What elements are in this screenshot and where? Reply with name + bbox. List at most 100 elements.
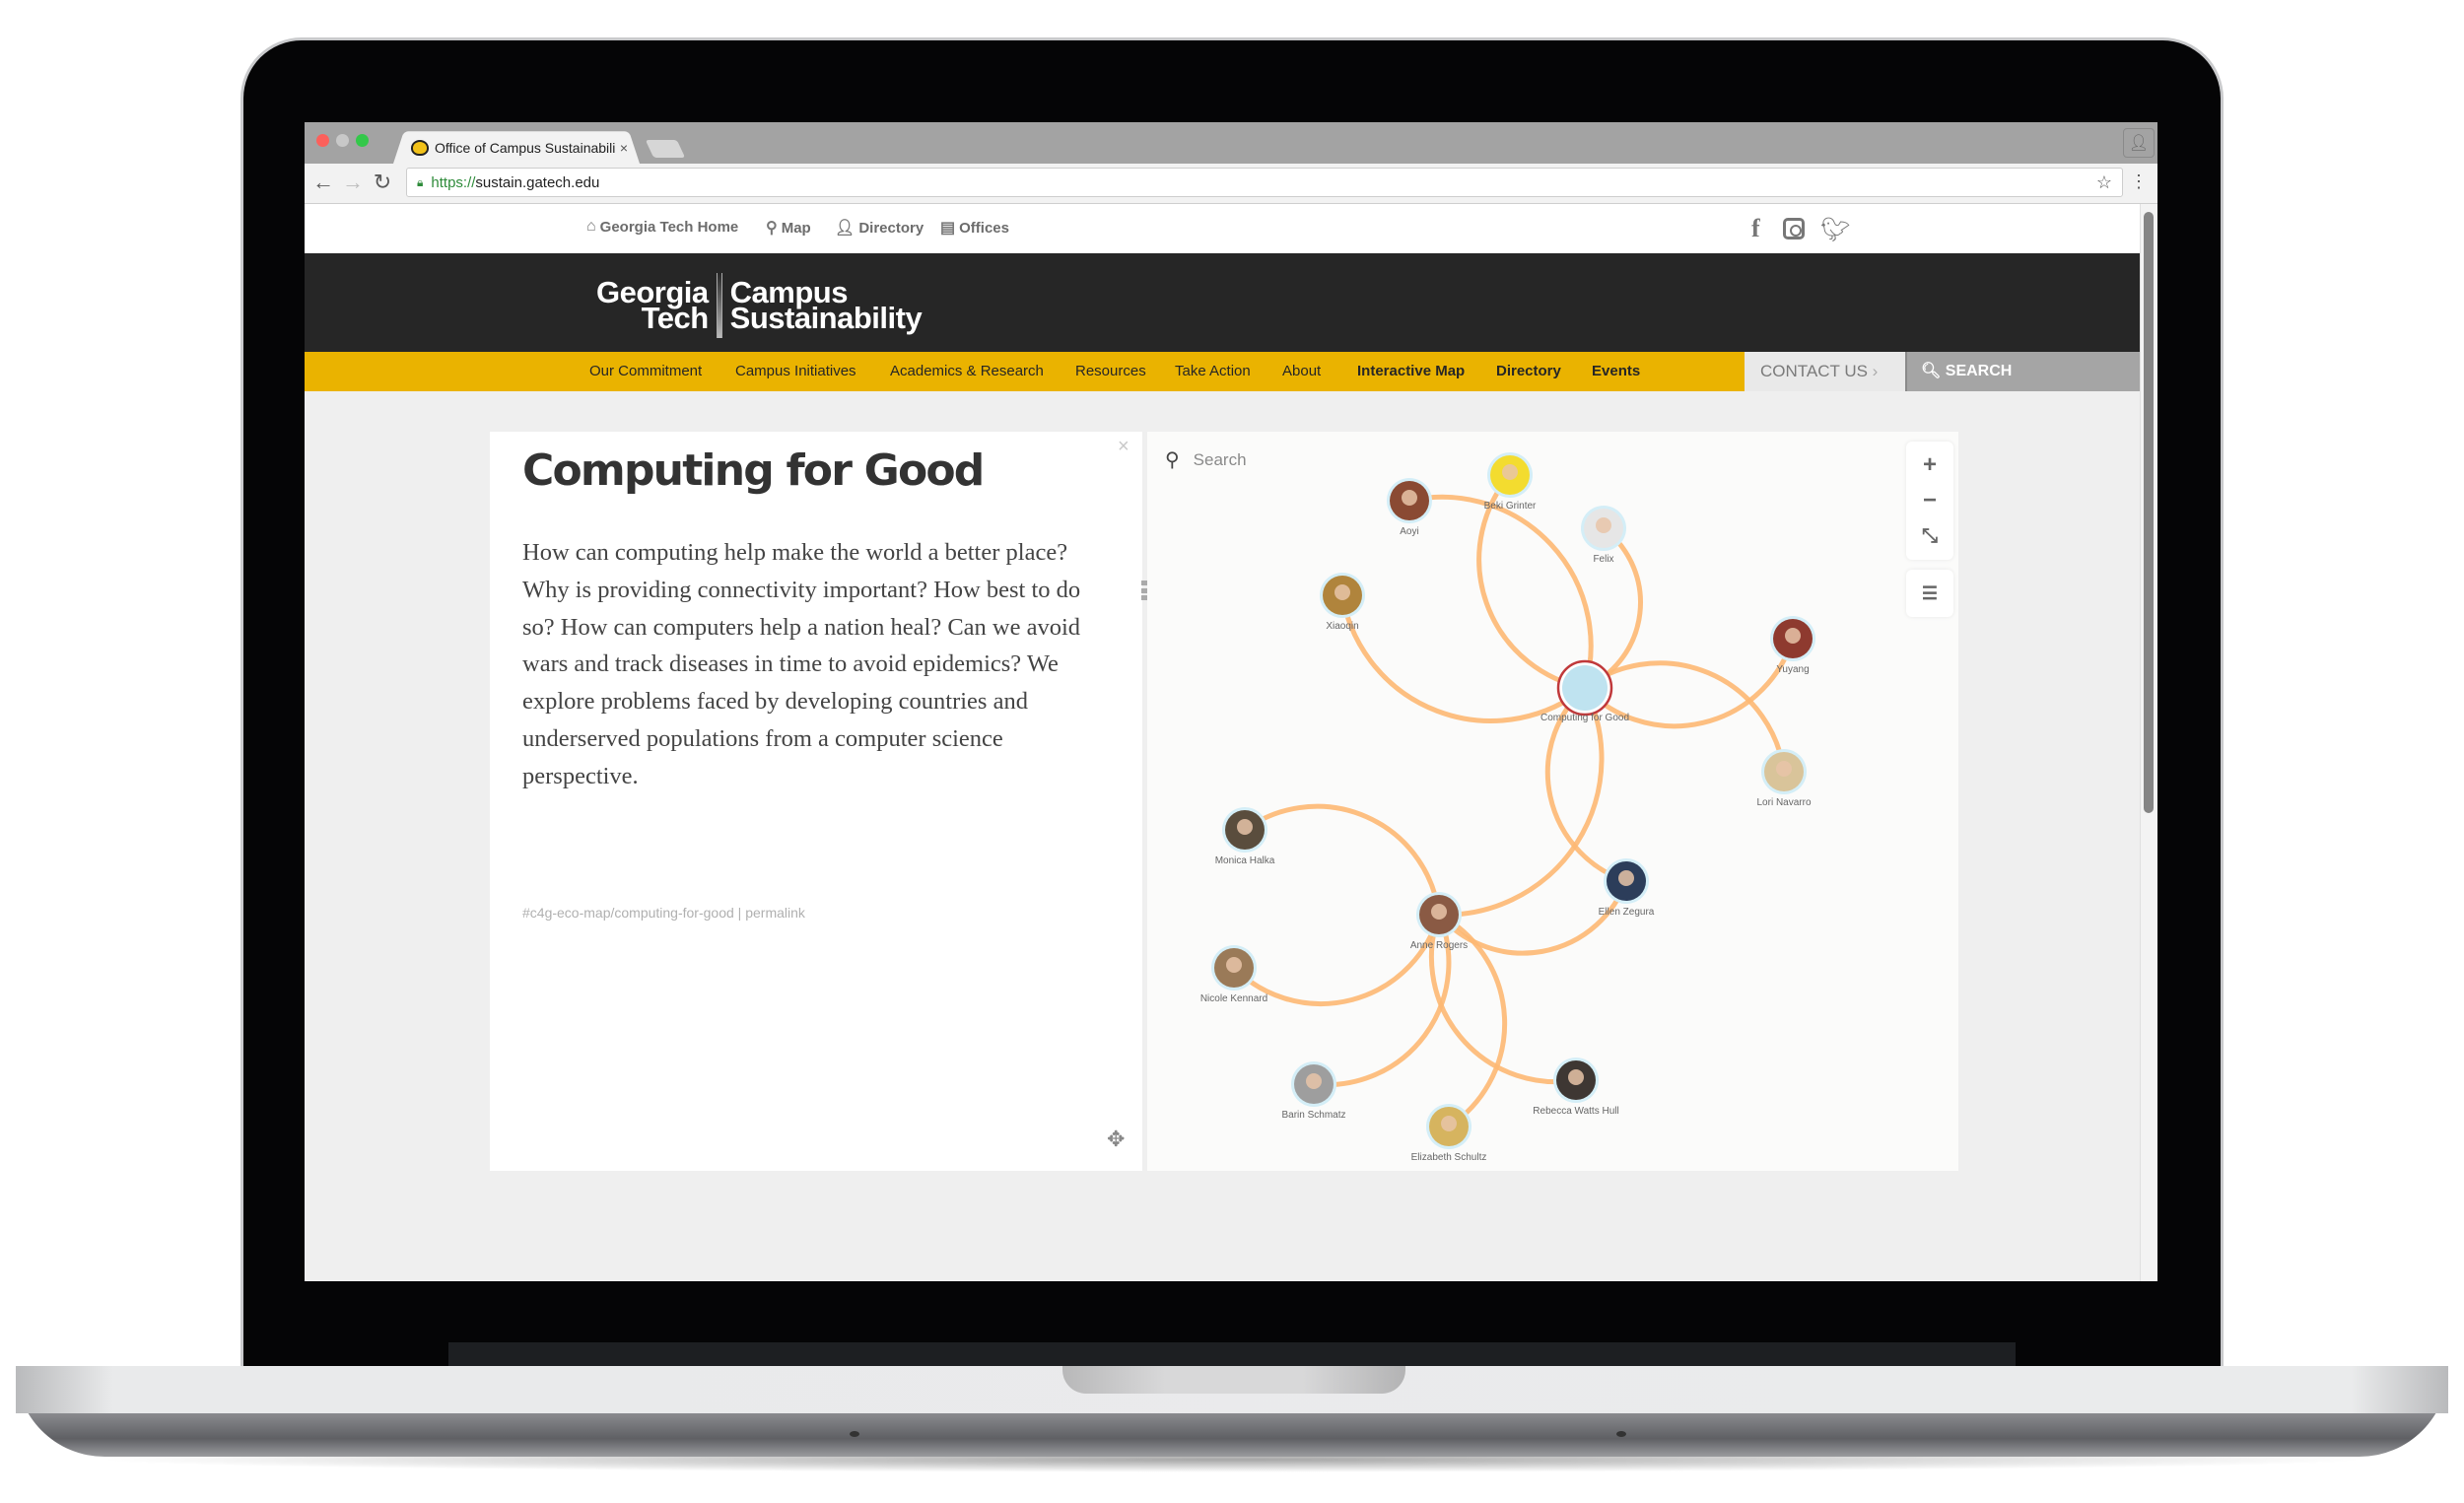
site-search-button[interactable]: 🔍︎ SEARCH (1905, 352, 2140, 391)
tab-close-icon[interactable]: × (620, 140, 628, 156)
node-label: Ellen Zegura (1599, 907, 1655, 918)
nav-take-action[interactable]: Take Action (1175, 352, 1251, 391)
site-logo[interactable]: Georgia Tech Campus Sustainability (596, 273, 923, 338)
facebook-icon[interactable]: f (1751, 214, 1760, 243)
nav-directory[interactable]: Directory (1496, 352, 1561, 391)
graph-edge[interactable] (1232, 914, 1442, 1006)
utility-link-gt-home[interactable]: ⌂ Georgia Tech Home (586, 218, 738, 236)
node-label: Monica Halka (1215, 855, 1275, 866)
person-node[interactable]: Yuyang (1770, 616, 1815, 675)
back-arrow-icon[interactable]: ← (310, 170, 336, 195)
node-label: Beki Grinter (1484, 501, 1537, 512)
permalink-link[interactable]: permalink (745, 905, 805, 921)
twitter-icon[interactable]: 🐦︎ (1820, 216, 1850, 244)
kumu-map[interactable]: Computing for Good Aoyi Beki Grinter Felix X… (1147, 432, 1958, 1171)
node-label: Xiaoqin (1326, 621, 1358, 632)
bookmark-star-icon[interactable]: ☆ (2096, 172, 2112, 193)
map-search-input[interactable]: ⚲ Search (1165, 447, 1247, 472)
profile-button[interactable]: 👤︎ (2123, 128, 2155, 158)
node-label: Computing for Good (1540, 713, 1629, 723)
utility-link-directory[interactable]: 👤︎ Directory (835, 218, 924, 238)
person-icon: 👤︎ (835, 220, 856, 237)
detail-panel: × Computing for Good How can computing h… (490, 432, 1142, 1171)
hash-link[interactable]: #c4g-eco-map/computing-for-good (522, 905, 734, 921)
buzz-favicon-icon (411, 140, 429, 156)
scrollbar-thumb[interactable] (2144, 212, 2154, 813)
settings-controls: ☰ (1906, 570, 1953, 617)
site-header: Georgia Tech Campus Sustainability (305, 253, 2140, 352)
chevron-right-icon: › (1872, 362, 1879, 380)
logo-campus-sustainability: Campus Sustainability (730, 277, 923, 333)
nav-interactive-map[interactable]: Interactive Map (1357, 352, 1465, 391)
search-icon: ⚲ (1165, 449, 1180, 471)
utility-link-map[interactable]: ⚲ Map (766, 218, 811, 238)
window-minimize-button[interactable] (336, 134, 349, 147)
utility-link-label: Map (781, 219, 811, 237)
person-node[interactable]: Aoyi (1387, 478, 1432, 537)
person-node[interactable]: Rebecca Watts Hull (1533, 1058, 1619, 1117)
person-node[interactable]: Barin Schmatz (1281, 1061, 1346, 1121)
instagram-lens (1790, 225, 1802, 237)
avatar-face (1776, 761, 1792, 777)
person-node[interactable]: Lori Navarro (1756, 749, 1812, 808)
map-pin-icon: ⚲ (766, 220, 778, 237)
utility-link-label: Offices (959, 219, 1009, 237)
node-label: Nicole Kennard (1200, 993, 1267, 1004)
map-search-placeholder: Search (1193, 449, 1247, 469)
nav-resources[interactable]: Resources (1075, 352, 1146, 391)
screen: Office of Campus Sustainabili × 👤︎ ← → ↻… (305, 122, 2157, 1281)
contact-us-button[interactable]: CONTACT US › (1745, 352, 1905, 391)
person-node[interactable]: Beki Grinter (1484, 452, 1537, 512)
person-icon: 👤︎ (2128, 135, 2150, 152)
fit-to-screen-button[interactable]: ⤡ (1906, 518, 1953, 554)
window-maximize-button[interactable] (356, 134, 369, 147)
reload-icon[interactable]: ↻ (370, 170, 395, 195)
avatar-face (1237, 819, 1253, 835)
person-node[interactable]: Nicole Kennard (1200, 945, 1267, 1004)
home-icon: ⌂ (586, 218, 596, 235)
utility-nav: ⌂ Georgia Tech Home ⚲ Map 👤︎ Directory ▤… (305, 204, 2140, 253)
utility-link-offices[interactable]: ▤ Offices (940, 218, 1009, 238)
nav-our-commitment[interactable]: Our Commitment (589, 352, 702, 391)
avatar-face (1502, 464, 1518, 480)
avatar-face (1226, 957, 1242, 973)
zoom-out-button[interactable]: − (1906, 483, 1953, 518)
avatar-face (1306, 1073, 1322, 1089)
laptop-foot (850, 1431, 859, 1437)
address-bar[interactable]: 🔒︎ https:// sustain.gatech.edu ☆ (406, 168, 2123, 197)
panel-links: #c4g-eco-map/computing-for-good | permal… (522, 905, 805, 921)
nav-events[interactable]: Events (1592, 352, 1640, 391)
window-close-button[interactable] (316, 134, 329, 147)
zoom-in-button[interactable]: + (1906, 447, 1953, 483)
nav-about[interactable]: About (1282, 352, 1321, 391)
person-node[interactable]: Xiaoqin (1320, 573, 1365, 632)
person-node[interactable]: Ellen Zegura (1599, 858, 1655, 918)
focus-node[interactable] (1562, 665, 1608, 711)
person-node[interactable]: Elizabeth Schultz (1411, 1104, 1487, 1163)
url-scheme: https:// (431, 173, 476, 191)
person-node[interactable]: Anne Rogers (1410, 892, 1468, 951)
graph-edge[interactable] (1339, 594, 1587, 723)
tech-tower-icon (716, 273, 722, 338)
zoom-controls: + − ⤡ (1906, 442, 1953, 560)
laptop-foot (1616, 1431, 1626, 1437)
kebab-menu-icon[interactable]: ⋮ (2130, 171, 2148, 192)
move-icon[interactable]: ✥ (1107, 1127, 1125, 1152)
vertical-scrollbar[interactable] (2140, 204, 2157, 1281)
node-label: Anne Rogers (1410, 940, 1468, 951)
contact-us-label: CONTACT US (1760, 362, 1868, 380)
nav-academics-research[interactable]: Academics & Research (890, 352, 1044, 391)
network-graph[interactable]: Computing for Good Aoyi Beki Grinter Felix X… (1147, 432, 1958, 1171)
settings-sliders-button[interactable]: ☰ (1906, 576, 1953, 611)
browser-tab[interactable]: Office of Campus Sustainabili × (401, 132, 636, 164)
new-tab-button[interactable] (645, 140, 686, 158)
laptop-notch (1062, 1366, 1405, 1394)
link-separator: | (737, 905, 742, 921)
person-node[interactable]: Felix (1581, 506, 1626, 565)
node-label: Rebecca Watts Hull (1533, 1106, 1618, 1117)
nav-campus-initiatives[interactable]: Campus Initiatives (735, 352, 856, 391)
forward-arrow-icon[interactable]: → (340, 170, 366, 195)
close-icon[interactable]: × (1118, 436, 1129, 458)
instagram-icon[interactable] (1783, 218, 1805, 239)
graph-edge[interactable] (1408, 494, 1594, 689)
